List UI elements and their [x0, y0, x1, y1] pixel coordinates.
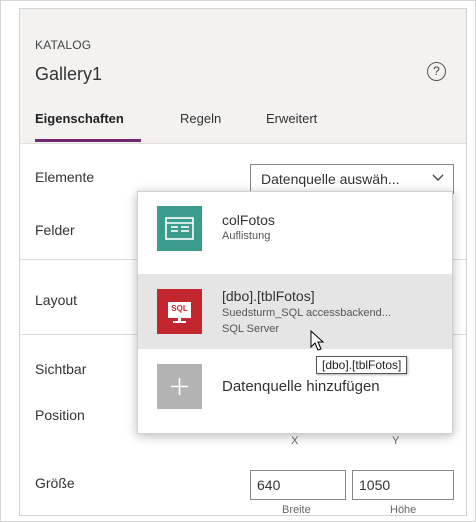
menu-item-tblfotos[interactable]: SQL [dbo].[tblFotos] Suedsturm_SQL acces… [138, 274, 452, 349]
data-source-dropdown[interactable]: Datenquelle auswäh... [250, 164, 454, 194]
position-label: Position [35, 407, 85, 423]
sql-icon-label: SQL [171, 304, 188, 313]
menu-item-subtitle: Suedsturm_SQL accessbackend... [222, 307, 391, 319]
collection-icon [157, 206, 202, 251]
tooltip: [dbo].[tblFotos] [316, 356, 408, 374]
chevron-down-icon [431, 170, 445, 187]
data-source-menu: colFotos Auflistung SQL [dbo].[tblFotos]… [137, 191, 453, 434]
tab-eigenschaften[interactable]: Eigenschaften [35, 111, 124, 126]
width-caption: Breite [282, 504, 311, 516]
y-caption: Y [392, 435, 400, 447]
width-value: 640 [257, 477, 281, 493]
menu-item-colfotos[interactable]: colFotos Auflistung [138, 192, 452, 267]
menu-item-title: colFotos [222, 212, 275, 228]
height-value: 1050 [359, 477, 391, 493]
sql-server-icon: SQL [157, 289, 202, 334]
menu-item-subtitle: Auflistung [222, 230, 271, 242]
felder-label: Felder [35, 222, 75, 238]
control-name: Gallery1 [35, 64, 103, 84]
mouse-cursor-icon [310, 329, 326, 357]
help-icon[interactable]: ? [427, 62, 446, 81]
sichtbar-label: Sichtbar [35, 361, 87, 377]
groesse-label: Größe [35, 475, 75, 491]
menu-item-subtitle: SQL Server [222, 323, 280, 335]
active-tab-indicator [35, 139, 141, 142]
menu-item-title: [dbo].[tblFotos] [222, 288, 315, 304]
width-input[interactable]: 640 [250, 470, 346, 500]
tab-erweitert[interactable]: Erweitert [266, 111, 317, 126]
tab-regeln[interactable]: Regeln [180, 111, 221, 126]
height-caption: Höhe [390, 504, 417, 516]
x-caption: X [291, 435, 299, 447]
plus-icon [157, 364, 202, 409]
data-source-value: Datenquelle auswäh... [261, 171, 400, 187]
layout-label: Layout [35, 292, 78, 308]
height-input[interactable]: 1050 [352, 470, 454, 500]
section-label: KATALOG [35, 38, 92, 52]
elemente-label: Elemente [35, 169, 95, 185]
panel-header: KATALOG Gallery1 ? Eigenschaften Regeln … [20, 9, 466, 144]
menu-item-title: Datenquelle hinzufügen [222, 378, 380, 395]
